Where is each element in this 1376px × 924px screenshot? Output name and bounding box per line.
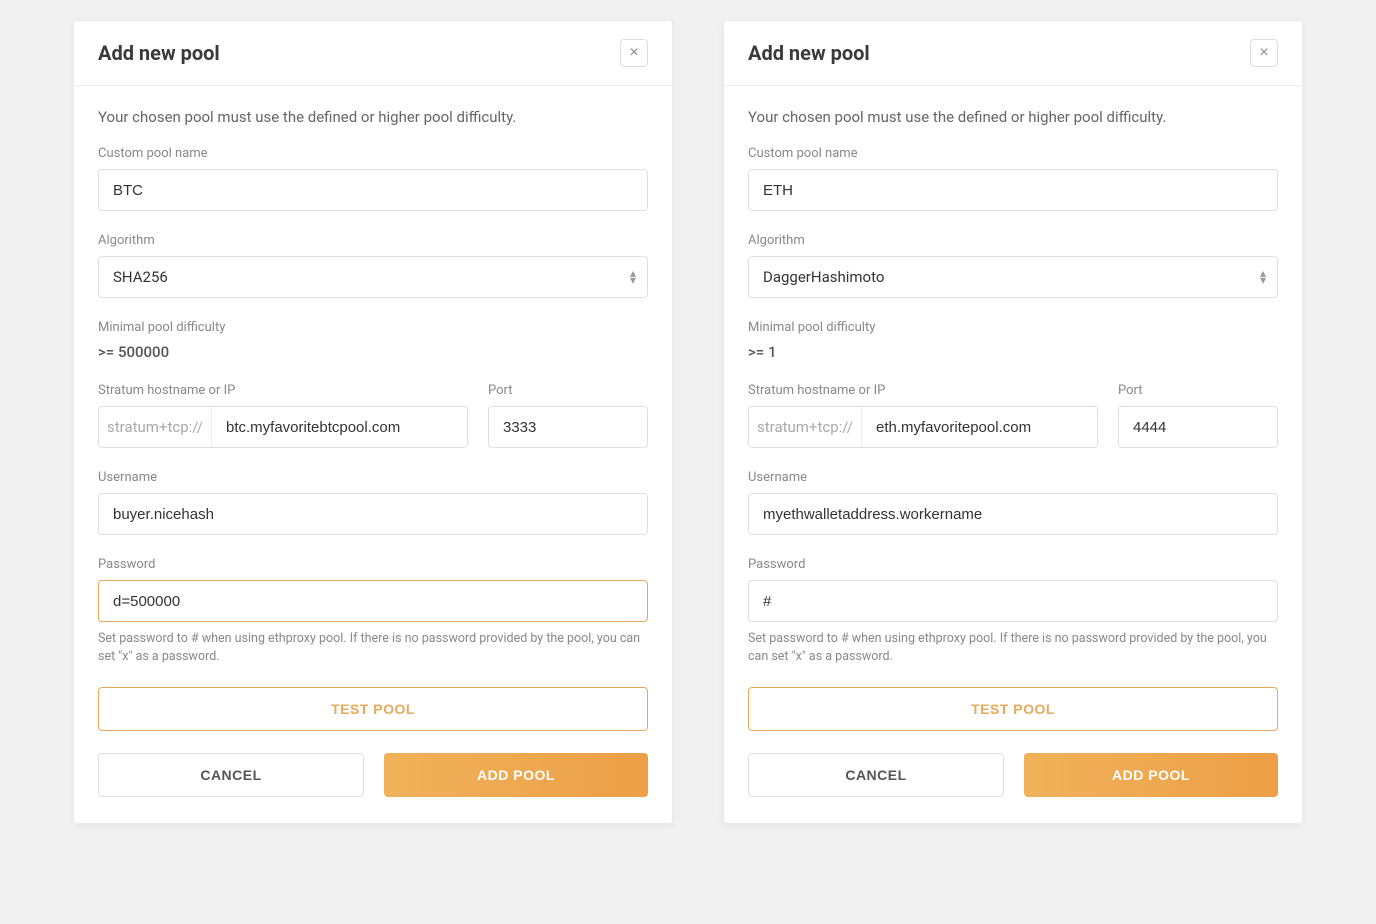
close-button[interactable]: × <box>1250 39 1278 67</box>
modal-header: Add new pool × <box>724 21 1302 86</box>
hostname-label: Stratum hostname or IP <box>748 383 1098 398</box>
cancel-button[interactable]: Cancel <box>748 753 1004 797</box>
pool-name-label: Custom pool name <box>98 146 648 161</box>
modal-description: Your chosen pool must use the defined or… <box>98 108 648 126</box>
add-pool-button[interactable]: Add Pool <box>1024 753 1278 797</box>
port-input[interactable] <box>488 406 648 448</box>
difficulty-value: >= 1 <box>748 343 1278 361</box>
modal-description: Your chosen pool must use the defined or… <box>748 108 1278 126</box>
username-input[interactable] <box>748 493 1278 535</box>
modal-title: Add new pool <box>98 41 220 65</box>
difficulty-value: >= 500000 <box>98 343 648 361</box>
username-input[interactable] <box>98 493 648 535</box>
algorithm-value: DaggerHashimoto <box>763 268 884 286</box>
port-label: Port <box>488 383 648 398</box>
add-pool-modal-right: Add new pool × Your chosen pool must use… <box>723 20 1303 824</box>
username-label: Username <box>748 470 1278 485</box>
algorithm-value: SHA256 <box>113 268 168 286</box>
password-hint: Set password to # when using ethproxy po… <box>748 630 1278 665</box>
username-label: Username <box>98 470 648 485</box>
hostname-input[interactable] <box>212 407 467 447</box>
pool-name-label: Custom pool name <box>748 146 1278 161</box>
add-pool-modal-left: Add new pool × Your chosen pool must use… <box>73 20 673 824</box>
close-icon: × <box>1259 45 1268 61</box>
pool-name-input[interactable] <box>748 169 1278 211</box>
algorithm-label: Algorithm <box>98 233 648 248</box>
port-label: Port <box>1118 383 1278 398</box>
stratum-prefix: stratum+tcp:// <box>749 407 862 447</box>
modal-title: Add new pool <box>748 41 870 65</box>
hostname-input-group: stratum+tcp:// <box>748 406 1098 448</box>
difficulty-label: Minimal pool difficulty <box>748 320 1278 335</box>
algorithm-label: Algorithm <box>748 233 1278 248</box>
difficulty-label: Minimal pool difficulty <box>98 320 648 335</box>
add-pool-button[interactable]: Add Pool <box>384 753 648 797</box>
password-label: Password <box>748 557 1278 572</box>
test-pool-button[interactable]: Test Pool <box>98 687 648 731</box>
hostname-input[interactable] <box>862 407 1097 447</box>
password-input[interactable] <box>748 580 1278 622</box>
modal-header: Add new pool × <box>74 21 672 86</box>
cancel-button[interactable]: Cancel <box>98 753 364 797</box>
password-hint: Set password to # when using ethproxy po… <box>98 630 648 665</box>
stratum-prefix: stratum+tcp:// <box>99 407 212 447</box>
hostname-input-group: stratum+tcp:// <box>98 406 468 448</box>
hostname-label: Stratum hostname or IP <box>98 383 468 398</box>
algorithm-select[interactable]: DaggerHashimoto <box>748 256 1278 298</box>
algorithm-select[interactable]: SHA256 <box>98 256 648 298</box>
password-label: Password <box>98 557 648 572</box>
modal-body: Your chosen pool must use the defined or… <box>724 86 1302 823</box>
pool-name-input[interactable] <box>98 169 648 211</box>
port-input[interactable] <box>1118 406 1278 448</box>
password-input[interactable] <box>98 580 648 622</box>
modal-body: Your chosen pool must use the defined or… <box>74 86 672 823</box>
test-pool-button[interactable]: Test Pool <box>748 687 1278 731</box>
close-button[interactable]: × <box>620 39 648 67</box>
close-icon: × <box>629 45 638 61</box>
